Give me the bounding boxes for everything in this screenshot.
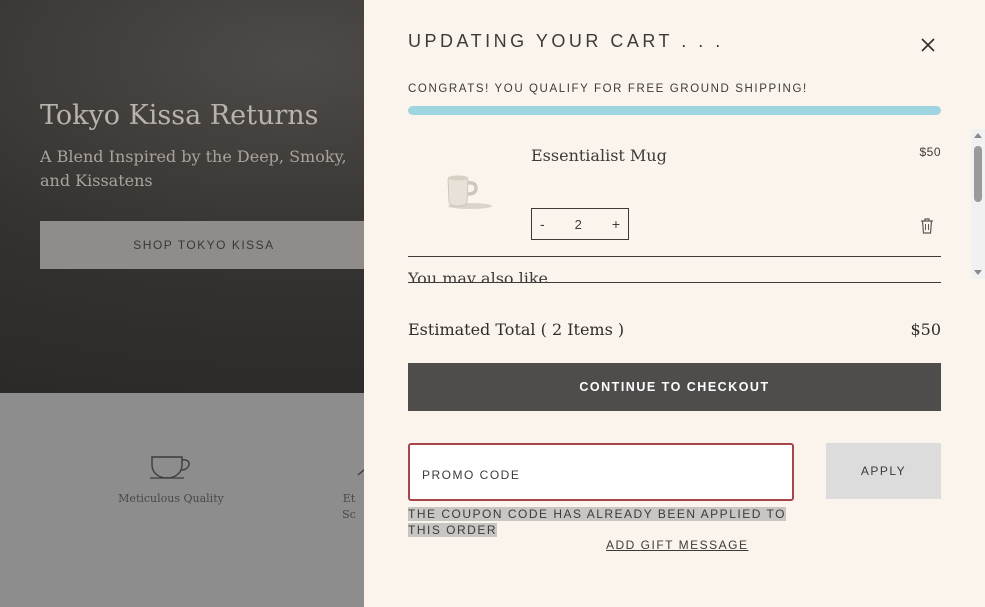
item-name[interactable]: Essentialist Mug (531, 146, 667, 165)
hero-title: Tokyo Kissa Returns (40, 100, 319, 131)
feature-label: Et Sc (342, 492, 356, 521)
cart-drawer: UPDATING YOUR CART . . . CONGRATS! YOU Q… (364, 0, 985, 607)
scroll-up-arrow-icon[interactable] (974, 133, 982, 138)
checkout-button[interactable]: CONTINUE TO CHECKOUT (408, 363, 941, 411)
shop-tokyo-kissa-button[interactable]: SHOP TOKYO KISSA (40, 221, 380, 269)
estimated-total-label: Estimated Total ( 2 Items ) (408, 320, 625, 339)
cart-item: Essentialist Mug $50 - 2 + (408, 130, 941, 257)
close-icon[interactable] (917, 34, 939, 56)
quantity-value[interactable]: 2 (575, 217, 582, 232)
coupon-error-message: THE COUPON CODE HAS ALREADY BEEN APPLIED… (408, 506, 788, 538)
decrement-button[interactable]: - (540, 216, 545, 232)
trash-icon[interactable] (919, 217, 935, 235)
add-gift-message-link[interactable]: ADD GIFT MESSAGE (606, 538, 748, 552)
quantity-stepper: - 2 + (531, 208, 629, 240)
item-price: $50 (919, 145, 941, 159)
mug-product-image (447, 175, 492, 209)
divider (408, 282, 941, 283)
also-like-heading: You may also like (408, 269, 549, 282)
scroll-down-arrow-icon[interactable] (974, 270, 982, 275)
free-shipping-message: CONGRATS! YOU QUALIFY FOR FREE GROUND SH… (408, 83, 808, 95)
shipping-progress-fill (408, 106, 941, 115)
apply-button[interactable]: APPLY (826, 443, 941, 499)
increment-button[interactable]: + (612, 216, 620, 232)
scrollbar[interactable] (971, 129, 985, 279)
drawer-title: UPDATING YOUR CART . . . (408, 31, 724, 51)
recommendations-section: You may also like (408, 257, 941, 282)
feature-label: Meticulous Quality (118, 492, 224, 505)
feature-meticulous-quality: Meticulous Quality (116, 451, 226, 507)
scrollbar-thumb[interactable] (974, 146, 982, 202)
estimated-total-value: $50 (910, 320, 941, 339)
hero-subtitle: A Blend Inspired by the Deep, Smoky, and… (40, 147, 347, 190)
promo-code-input[interactable] (408, 443, 794, 501)
coupon-error-text: THE COUPON CODE HAS ALREADY BEEN APPLIED… (408, 507, 786, 537)
shipping-progress-bar (408, 106, 941, 115)
cup-icon (150, 456, 190, 479)
